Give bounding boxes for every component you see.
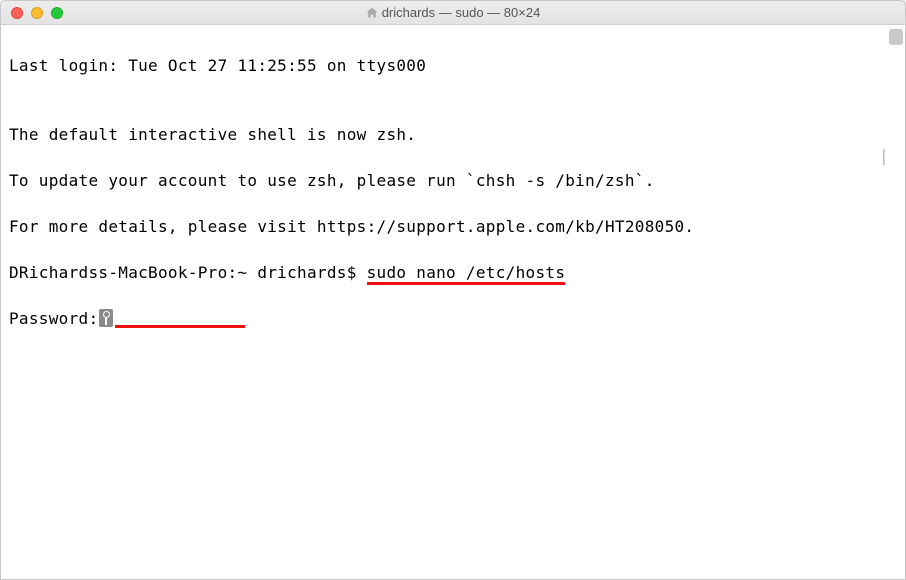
terminal-line: Last login: Tue Oct 27 11:25:55 on ttys0…	[9, 54, 897, 77]
close-button[interactable]	[11, 7, 23, 19]
terminal-line: The default interactive shell is now zsh…	[9, 123, 897, 146]
window-controls	[1, 7, 63, 19]
terminal-body[interactable]: Last login: Tue Oct 27 11:25:55 on ttys0…	[1, 25, 905, 579]
titlebar: drichards — sudo — 80×24	[1, 1, 905, 25]
text-cursor: |	[879, 144, 889, 167]
home-icon	[366, 7, 378, 19]
annotation-underline	[115, 325, 245, 328]
prompt-line: DRichardss-MacBook-Pro:~ drichards$ sudo…	[9, 261, 897, 284]
entered-command: sudo nano /etc/hosts	[367, 263, 566, 285]
window-title: drichards — sudo — 80×24	[1, 5, 905, 20]
key-icon	[99, 309, 113, 327]
scrollbar-thumb[interactable]	[889, 29, 903, 45]
window-title-text: drichards — sudo — 80×24	[382, 5, 541, 20]
minimize-button[interactable]	[31, 7, 43, 19]
terminal-line: For more details, please visit https://s…	[9, 215, 897, 238]
zoom-button[interactable]	[51, 7, 63, 19]
terminal-line: To update your account to use zsh, pleas…	[9, 169, 897, 192]
terminal-window: drichards — sudo — 80×24 Last login: Tue…	[0, 0, 906, 580]
password-label: Password:	[9, 309, 98, 328]
shell-prompt: DRichardss-MacBook-Pro:~ drichards$	[9, 263, 367, 282]
password-line: Password:	[9, 307, 897, 330]
